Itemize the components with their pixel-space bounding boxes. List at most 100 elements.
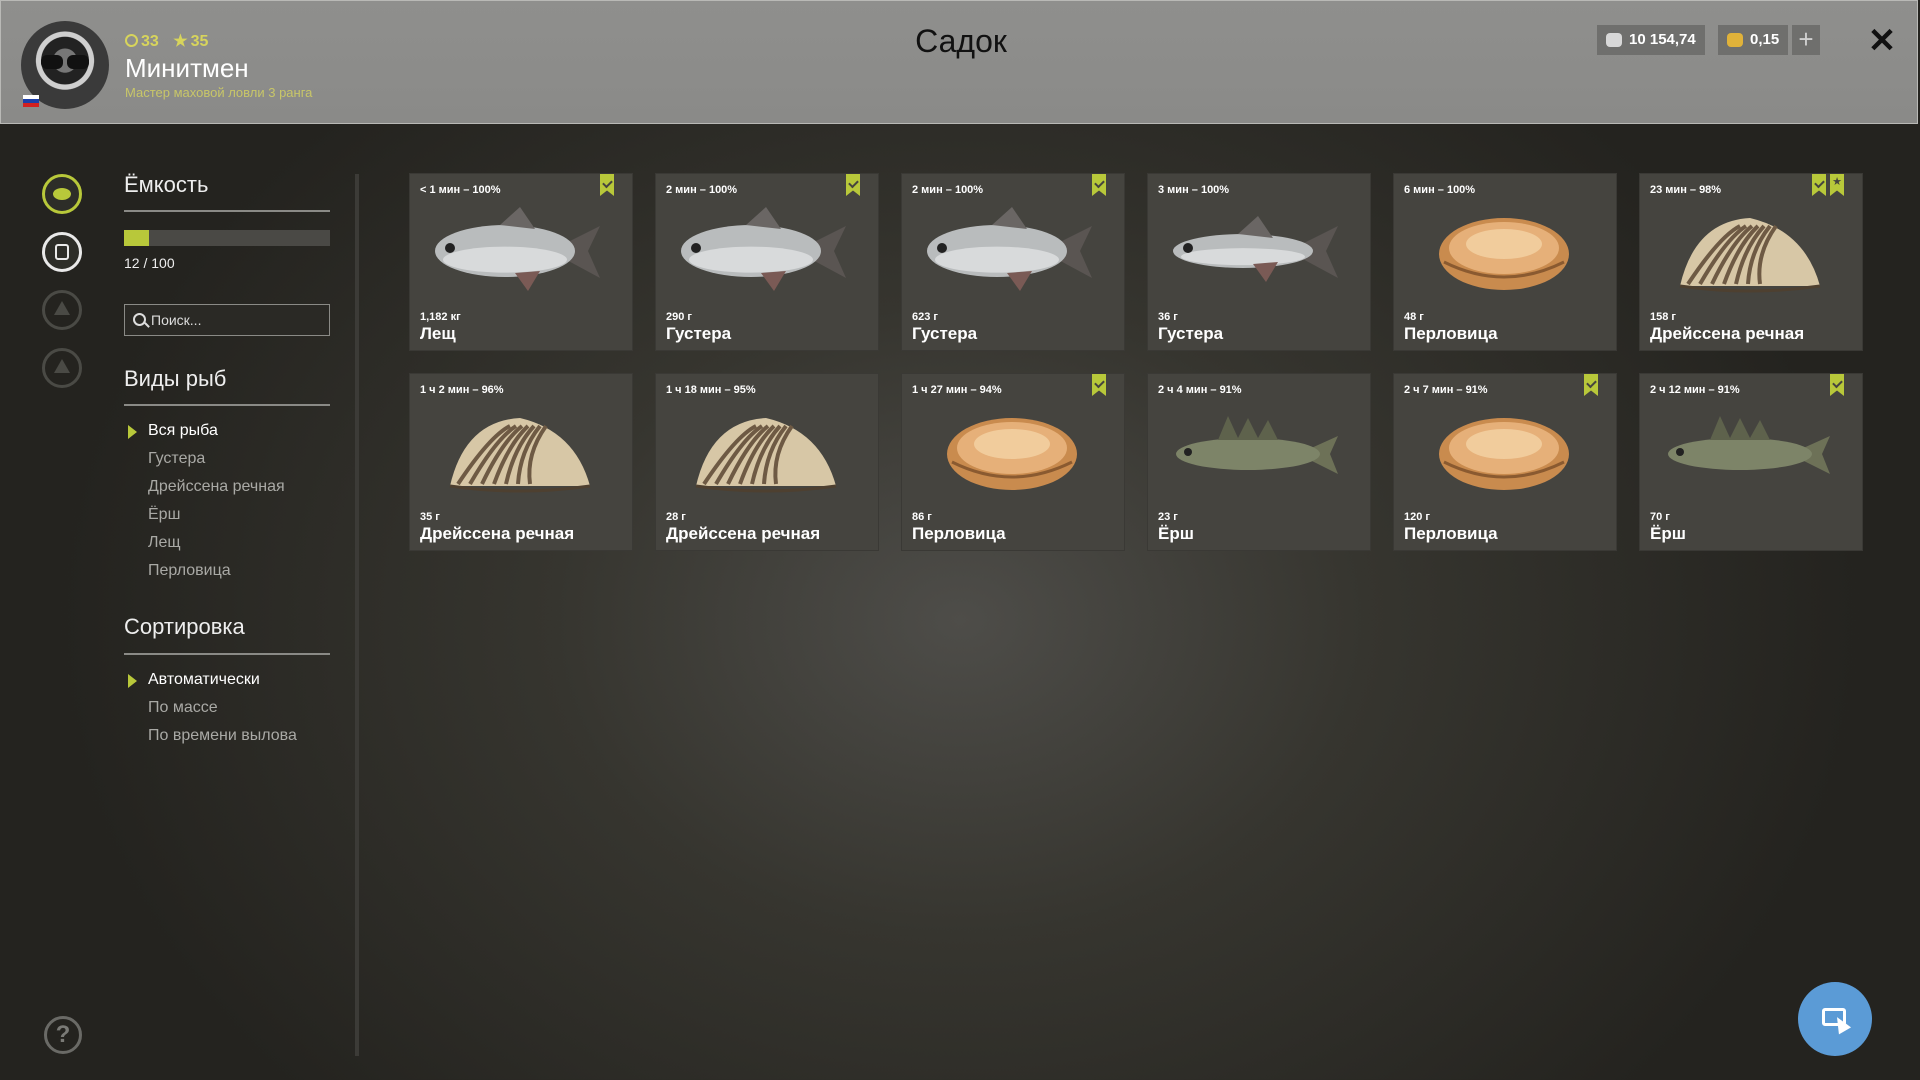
catch-time: 2 ч 4 мин – 91% [1158, 384, 1242, 396]
catch-weight: 28 г [666, 511, 686, 523]
catch-weight: 86 г [912, 511, 932, 523]
keepnet-icon[interactable] [42, 232, 82, 272]
bookmark-icon[interactable] [1812, 174, 1826, 196]
capacity-bar [124, 230, 330, 246]
catch-name: Дрейссена речная [666, 524, 821, 543]
catch-time: 1 ч 18 мин – 95% [666, 384, 756, 396]
catch-time: 1 ч 27 мин – 94% [912, 384, 1002, 396]
capacity-title: Ёмкость [124, 172, 209, 197]
gold-amount: 0,15 [1750, 31, 1780, 48]
species-title: Виды рыб [124, 366, 227, 391]
catch-name: Густера [666, 324, 732, 343]
species-filter-item[interactable]: Перловица [148, 562, 231, 580]
catch-weight: 158 г [1650, 311, 1676, 323]
catch-name: Дрейссена речная [420, 524, 575, 543]
gold-balance: 0,15 [1718, 25, 1788, 55]
catch-name: Лещ [420, 324, 456, 343]
catch-card[interactable]: 1 ч 2 мин – 96% 35 г Дрейссена речная [410, 374, 632, 550]
catch-weight: 36 г [1158, 311, 1178, 323]
catch-card[interactable]: 1 ч 18 мин – 95% 28 г Дрейссена речная [656, 374, 878, 550]
catch-time: < 1 мин – 100% [420, 184, 501, 196]
catch-name: Густера [912, 324, 978, 343]
catch-card[interactable]: 1 ч 27 мин – 94% 86 г Перловица [902, 374, 1124, 550]
active-marker-icon [128, 425, 137, 439]
catch-name: Перловица [1404, 324, 1498, 343]
catch-card[interactable]: 3 мин – 100% 36 г Густера [1148, 174, 1370, 350]
bream-image [681, 207, 846, 291]
catch-time: 2 ч 12 мин – 91% [1650, 384, 1740, 396]
silver-amount: 10 154,74 [1629, 31, 1696, 48]
catch-card[interactable]: 2 мин – 100% 290 г Густера [656, 174, 878, 350]
catch-time: 2 ч 7 мин – 91% [1404, 384, 1488, 396]
catch-card[interactable]: 2 ч 4 мин – 91% 23 г Ёрш [1148, 374, 1370, 550]
bream-image [435, 207, 600, 291]
catch-card[interactable]: 2 ч 12 мин – 91% 70 г Ёрш [1640, 374, 1862, 550]
home-icon [42, 348, 82, 388]
catch-time: 6 мин – 100% [1404, 184, 1476, 196]
catch-weight: 120 г [1404, 511, 1430, 523]
catch-weight: 23 г [1158, 511, 1178, 523]
catch-card[interactable]: 2 ч 7 мин – 91% 120 г Перловица [1394, 374, 1616, 550]
capacity-bar-fill [124, 230, 149, 246]
cursor-mode-button[interactable] [1798, 982, 1872, 1056]
catch-card[interactable]: 23 мин – 98% 158 г Дрейссена речная ★ [1640, 174, 1862, 350]
search-icon [133, 313, 146, 326]
star-badge-icon: ★ [1830, 174, 1844, 196]
sort-option-item[interactable]: Автоматически [148, 671, 260, 689]
flag-stripe-red [23, 103, 39, 107]
capacity-text: 12 / 100 [124, 255, 175, 271]
catch-time: 2 мин – 100% [912, 184, 984, 196]
fish-icon[interactable] [42, 174, 82, 214]
sorting-title: Сортировка [124, 614, 245, 639]
bream-image [927, 207, 1092, 291]
bookmark-icon[interactable] [1092, 374, 1106, 396]
ruffe-image [1176, 416, 1338, 474]
catch-name: Перловица [1404, 524, 1498, 543]
slim-image [1173, 216, 1338, 282]
catch-weight: 623 г [912, 311, 938, 323]
ruffe-image [1668, 416, 1830, 474]
mussel-image [947, 418, 1077, 490]
species-filter-item[interactable]: Ёрш [148, 506, 180, 524]
catch-time: 1 ч 2 мин – 96% [420, 384, 504, 396]
catch-card[interactable]: 2 мин – 100% 623 г Густера [902, 174, 1124, 350]
species-filter-item[interactable]: Вся рыба [148, 422, 218, 440]
species-filter-item[interactable]: Густера [148, 450, 205, 468]
mussel-image [1439, 218, 1569, 290]
search-input[interactable] [151, 305, 323, 335]
bookmark-icon[interactable] [1092, 174, 1106, 196]
catch-name: Перловица [912, 524, 1006, 543]
catch-name: Дрейссена речная [1650, 324, 1805, 343]
catch-name: Ёрш [1650, 524, 1686, 543]
search-box[interactable] [124, 304, 330, 336]
sorting-divider [124, 653, 330, 655]
close-button[interactable]: ✕ [1865, 23, 1899, 59]
catch-time: 3 мин – 100% [1158, 184, 1230, 196]
bookmark-icon[interactable] [600, 174, 614, 196]
species-filter-item[interactable]: Лещ [148, 534, 181, 552]
bookmark-icon[interactable] [1584, 374, 1598, 396]
catch-card[interactable]: 6 мин – 100% 48 г Перловица [1394, 174, 1616, 350]
bookmark-icon[interactable] [846, 174, 860, 196]
sort-option-item[interactable]: По времени вылова [148, 727, 297, 745]
catch-weight: 70 г [1650, 511, 1670, 523]
panel-divider [355, 174, 359, 1056]
species-divider [124, 404, 330, 406]
sort-option-item[interactable]: По массе [148, 699, 218, 717]
top-bar: 33 ★ 35 Минитмен Мастер маховой ловли 3 р… [0, 0, 1918, 124]
catch-name: Густера [1158, 324, 1224, 343]
active-marker-icon [128, 674, 137, 688]
zebra-image [695, 418, 837, 493]
species-filter-item[interactable]: Дрейссена речная [148, 478, 285, 496]
zebra-image [449, 418, 591, 493]
catch-time: 2 мин – 100% [666, 184, 738, 196]
help-icon[interactable]: ? [44, 1016, 82, 1054]
catch-name: Ёрш [1158, 524, 1194, 543]
add-currency-button[interactable]: + [1792, 25, 1820, 55]
bookmark-icon[interactable] [1830, 374, 1844, 396]
zebra-image [1679, 218, 1821, 293]
catch-weight: 48 г [1404, 311, 1424, 323]
catch-card[interactable]: < 1 мин – 100% 1,182 кг Лещ [410, 174, 632, 350]
capacity-divider [124, 210, 330, 212]
camp-icon [42, 290, 82, 330]
